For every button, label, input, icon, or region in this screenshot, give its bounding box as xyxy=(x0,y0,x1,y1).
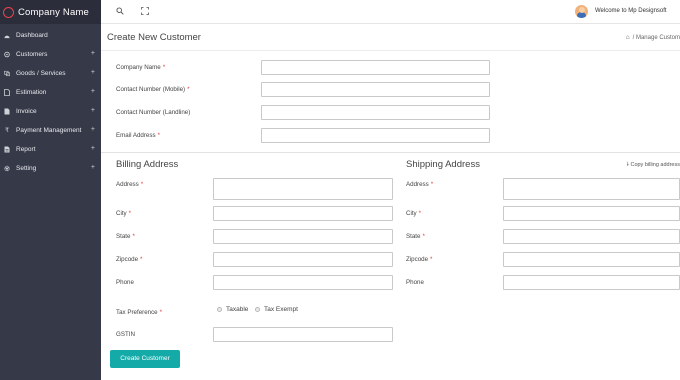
landline-label: Contact Number (Landline) xyxy=(116,109,191,116)
gear-icon xyxy=(4,165,10,172)
billing-phone-label: Phone xyxy=(116,279,134,286)
company-name-input[interactable] xyxy=(261,60,490,75)
sidebar-item-label: Customers xyxy=(16,51,48,58)
shipping-zipcode-input[interactable] xyxy=(503,252,680,267)
brand-logo-icon xyxy=(3,6,14,18)
sidebar-item-label: Payment Management xyxy=(16,127,82,134)
create-customer-button[interactable]: Create Customer xyxy=(110,350,180,368)
topbar: Welcome to Mp Designsoft xyxy=(101,0,680,24)
email-label: Email Address * xyxy=(116,132,160,139)
fullscreen-icon[interactable] xyxy=(140,7,150,17)
invoice-icon xyxy=(4,108,10,115)
avatar[interactable] xyxy=(575,5,588,18)
gstin-input[interactable] xyxy=(213,327,393,342)
tax-exempt-label[interactable]: Tax Exempt xyxy=(264,306,298,313)
tax-preference-label: Tax Preference * xyxy=(116,309,163,316)
sidebar-item-setting[interactable]: Setting + xyxy=(0,159,101,178)
tax-exempt-radio[interactable] xyxy=(255,307,260,312)
shipping-phone-label: Phone xyxy=(406,279,424,286)
search-icon[interactable] xyxy=(115,7,125,17)
sidebar: Company Name Dashboard Customers + Goods… xyxy=(0,0,101,380)
sidebar-item-invoice[interactable]: Invoice + xyxy=(0,102,101,121)
shipping-address-label: Address * xyxy=(406,181,434,188)
file-icon xyxy=(4,89,10,96)
page-title: Create New Customer xyxy=(107,32,201,43)
billing-state-input[interactable] xyxy=(213,229,393,244)
brand-name: Company Name xyxy=(18,6,90,18)
mobile-input[interactable] xyxy=(261,82,490,97)
billing-zipcode-input[interactable] xyxy=(213,252,393,267)
sidebar-item-report[interactable]: Report + xyxy=(0,140,101,159)
home-icon[interactable]: ⌂ xyxy=(626,34,630,41)
arrow-down-icon: 🠗 xyxy=(626,162,629,168)
billing-address-input[interactable] xyxy=(213,178,393,200)
goods-icon xyxy=(4,70,10,77)
sidebar-nav: Dashboard Customers + Goods / Services +… xyxy=(0,24,101,178)
taxable-radio[interactable] xyxy=(217,307,222,312)
sidebar-item-dashboard[interactable]: Dashboard xyxy=(0,26,101,45)
sidebar-item-customers[interactable]: Customers + xyxy=(0,45,101,64)
sidebar-item-label: Setting xyxy=(16,165,37,172)
expand-icon[interactable]: + xyxy=(91,69,95,76)
welcome-text: Welcome to Mp Designsoft xyxy=(595,8,667,14)
rupee-icon: ₹ xyxy=(5,128,9,134)
shipping-city-label: City * xyxy=(406,210,422,217)
sidebar-item-label: Estimation xyxy=(16,89,47,96)
main-panel: Create New Customer ⌂ / Manage Custom Com… xyxy=(101,24,680,380)
shipping-state-label: State * xyxy=(406,233,425,240)
expand-icon[interactable]: + xyxy=(91,164,95,171)
shipping-city-input[interactable] xyxy=(503,206,680,221)
company-name-label: Company Name * xyxy=(116,64,166,71)
customers-icon xyxy=(4,51,10,58)
mobile-label: Contact Number (Mobile) * xyxy=(116,86,190,93)
gstin-label: GSTIN xyxy=(116,331,135,338)
shipping-address-input[interactable] xyxy=(503,178,680,200)
divider xyxy=(101,50,680,51)
expand-icon[interactable]: + xyxy=(91,145,95,152)
billing-state-label: State * xyxy=(116,233,135,240)
expand-icon[interactable]: + xyxy=(91,88,95,95)
sidebar-item-payment-management[interactable]: ₹ Payment Management + xyxy=(0,121,101,140)
brand[interactable]: Company Name xyxy=(0,0,101,24)
email-input[interactable] xyxy=(261,128,490,143)
breadcrumb: ⌂ / Manage Custom xyxy=(626,34,680,41)
shipping-title: Shipping Address xyxy=(406,159,480,170)
sidebar-item-label: Goods / Services xyxy=(16,70,66,77)
sidebar-item-label: Dashboard xyxy=(16,32,48,39)
copy-billing-address-link[interactable]: 🠗 Copy billing address xyxy=(627,161,680,170)
divider xyxy=(101,152,680,153)
billing-zipcode-label: Zipcode * xyxy=(116,256,143,263)
shipping-zipcode-label: Zipcode * xyxy=(406,256,433,263)
sidebar-item-label: Invoice xyxy=(16,108,37,115)
billing-city-input[interactable] xyxy=(213,206,393,221)
expand-icon[interactable]: + xyxy=(91,126,95,133)
breadcrumb-item[interactable]: Manage Custom xyxy=(636,35,680,41)
sidebar-item-goods-services[interactable]: Goods / Services + xyxy=(0,64,101,83)
sidebar-item-label: Report xyxy=(16,146,36,153)
expand-icon[interactable]: + xyxy=(91,107,95,114)
billing-address-label: Address * xyxy=(116,181,144,188)
landline-input[interactable] xyxy=(261,105,490,120)
sidebar-item-estimation[interactable]: Estimation + xyxy=(0,83,101,102)
billing-phone-input[interactable] xyxy=(213,275,393,290)
taxable-label[interactable]: Taxable xyxy=(226,306,248,313)
report-icon xyxy=(4,146,10,153)
dashboard-icon xyxy=(4,33,10,39)
expand-icon[interactable]: + xyxy=(91,50,95,57)
billing-city-label: City * xyxy=(116,210,132,217)
billing-title: Billing Address xyxy=(116,159,179,170)
shipping-phone-input[interactable] xyxy=(503,275,680,290)
shipping-state-input[interactable] xyxy=(503,229,680,244)
